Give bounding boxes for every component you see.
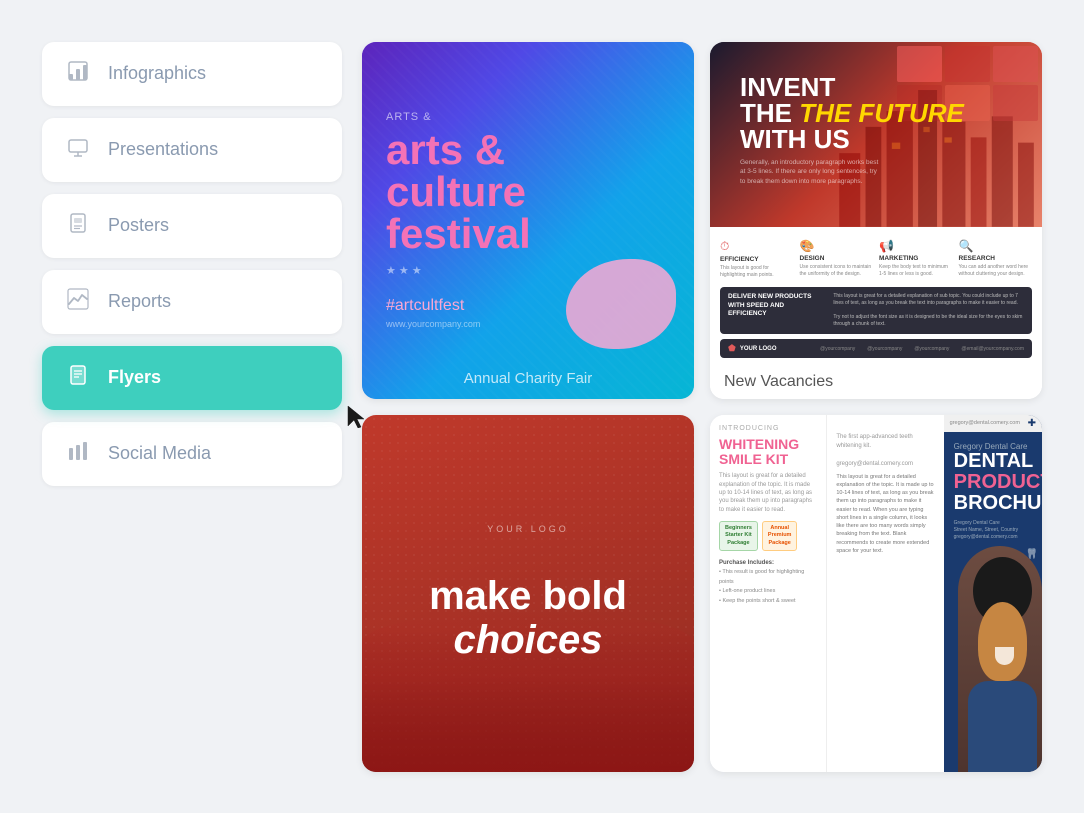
future-footer: ⬟ YOUR LOGO @yourcompany @yourcompany @y…	[720, 339, 1032, 358]
feature-marketing: 📢 MARKETING Keep the body text to minimu…	[879, 239, 953, 278]
sidebar-item-social-media[interactable]: Social Media	[42, 422, 342, 486]
sidebar-item-posters[interactable]: Posters	[42, 194, 342, 258]
social-media-icon	[64, 440, 92, 468]
social-media-label: Social Media	[108, 443, 211, 464]
whitening-desc: This layout is great for a detailed expl…	[719, 472, 817, 514]
sidebar-item-presentations[interactable]: Presentations	[42, 118, 342, 182]
arts-website: www.yourcompany.com	[386, 319, 670, 329]
presentations-label: Presentations	[108, 139, 218, 160]
sidebar-item-flyers[interactable]: Flyers	[42, 346, 342, 410]
feature-research: 🔍 RESEARCH You can add another word here…	[959, 239, 1033, 278]
arts-pre-title: arts &	[386, 111, 670, 123]
future-headline: INVENT THE THE FUTURE WITH US Generally,…	[726, 60, 978, 201]
reports-label: Reports	[108, 291, 171, 312]
dental-brochure-title: DENTALPRODUCTBROCHURE	[954, 451, 1032, 514]
sidebar-item-reports[interactable]: Reports	[42, 270, 342, 334]
main-content: arts & arts &culturefestival ★ ★ ★ #artc…	[362, 42, 1042, 772]
presentations-icon	[64, 136, 92, 164]
posters-label: Posters	[108, 215, 169, 236]
whitening-section: INTRODUCING WHITENING SMILE KIT This lay…	[710, 415, 827, 772]
arts-tagline: ★ ★ ★	[386, 263, 670, 281]
flyers-icon	[64, 364, 92, 392]
reports-icon	[64, 288, 92, 316]
whitening-features: Purchase Includes: • This result is good…	[719, 560, 817, 608]
card-dental[interactable]: INTRODUCING WHITENING SMILE KIT This lay…	[710, 415, 1042, 772]
whitening-packages: BeginnersStarter KitPackage AnnualPremiu…	[719, 521, 817, 550]
bold-content: YOUR LOGO make boldchoices	[409, 500, 647, 686]
card-bold-choices[interactable]: YOUR LOGO make boldchoices	[362, 415, 694, 772]
sidebar: Infographics Presentations	[42, 42, 342, 772]
whitening-intro: INTRODUCING	[719, 425, 817, 432]
new-vacancies-label: New Vacancies	[710, 367, 1042, 399]
arts-hashtag: #artcultfest	[386, 297, 670, 315]
future-subtext: Generally, an introductory paragraph wor…	[740, 158, 880, 187]
infographics-icon	[64, 60, 92, 88]
arts-main-title: arts &culturefestival	[386, 129, 670, 255]
posters-icon	[64, 212, 92, 240]
app-container: Infographics Presentations	[22, 22, 1062, 792]
infographics-label: Infographics	[108, 63, 206, 84]
flyers-label: Flyers	[108, 367, 161, 388]
feature-design: 🎨 DESIGN Use consistent icons to maintai…	[800, 239, 874, 278]
dental-middle-section: The first app-advanced teeth whitening k…	[827, 415, 943, 772]
dental-brochure-addr: Gregory Dental Care Street Name, Street,…	[954, 520, 1032, 541]
arts-card-label: Annual Charity Fair	[362, 370, 694, 387]
feature-efficiency: ⏱ EFFICIENCY This layout is good for hig…	[720, 239, 794, 278]
card-future[interactable]: INVENT THE THE FUTURE WITH US Generally,…	[710, 42, 1042, 399]
whitening-headline: WHITENING SMILE KIT	[719, 437, 817, 468]
sidebar-item-infographics[interactable]: Infographics	[42, 42, 342, 106]
deliver-section: DELIVER NEW PRODUCTSWITH SPEED ANDEFFICI…	[720, 287, 1032, 334]
bold-headline: make boldchoices	[429, 574, 627, 662]
dental-brochure-section: gregory@dental.comery.com ✚ Gregory Dent…	[944, 415, 1042, 772]
bold-logo-text: YOUR LOGO	[429, 524, 627, 534]
card-arts-culture[interactable]: arts & arts &culturefestival ★ ★ ★ #artc…	[362, 42, 694, 399]
